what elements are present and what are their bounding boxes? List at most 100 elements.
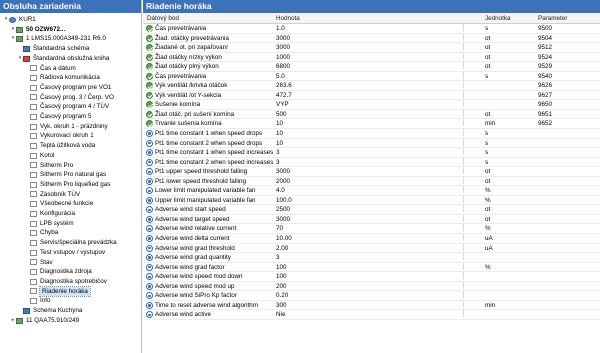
value-field[interactable] [274,52,464,60]
tree-node[interactable]: Servis/špeciálna prevádzka [24,238,117,248]
tree-node[interactable]: Všeobecné funkcie [24,199,93,209]
table-row[interactable]: Adverse wind grad threshold 2.00 uA [143,243,600,254]
value-field[interactable] [274,176,464,184]
datapoint-value[interactable]: 3 [276,148,280,157]
tree-node[interactable]: Teplá úžitková voda [24,141,95,151]
table-row[interactable]: Pt1 lower speed threshold falling 2000 ot [143,176,600,187]
tree-node[interactable]: Diagnostika zdroja [24,267,92,277]
value-field[interactable] [274,43,464,51]
datapoint-value[interactable]: 100 [276,263,287,272]
value-field[interactable] [274,291,464,299]
value-field[interactable] [274,90,464,98]
table-row[interactable]: Žiad otáčky plný výkon 6800 ot 9529 [143,62,600,72]
datapoint-value[interactable]: 1000 [276,53,290,62]
tree-node[interactable]: ▾ 1 LMS15.000A349-231 R6.0 [10,34,106,44]
tree-node[interactable]: Sitherm Pro natural gas [24,170,106,180]
table-row[interactable]: Adverse wind speed mod up 200 [143,281,600,292]
datapoint-value[interactable]: 472.7 [276,91,292,100]
value-field[interactable] [274,262,464,270]
datapoint-value[interactable]: 100.0 [276,196,292,205]
column-header-param[interactable]: Parameter [538,13,567,24]
tree-node[interactable]: Kotol [24,151,54,161]
value-field[interactable] [274,119,464,127]
table-row[interactable]: Sušenie komína VYP 9650 [143,100,600,110]
table-row[interactable]: Pt1 upper speed threshold falling 3000 ot [143,167,600,177]
tree-node[interactable]: Vykurovací okruh 1 [24,131,94,141]
tree-node[interactable]: Chyba [24,228,58,238]
value-field[interactable] [274,100,464,108]
value-field[interactable] [274,272,464,280]
tree-node[interactable]: Info [24,296,51,306]
value-field[interactable] [274,62,464,70]
datapoint-value[interactable]: 6800 [276,62,290,71]
value-field[interactable] [274,167,464,175]
tree-node[interactable]: Sitherm Pro liquefied gas [24,180,110,190]
table-row[interactable]: Čas prevetrávania 1.0 s 9500 [143,24,600,34]
table-row[interactable]: Pt1 time constant 1 when speed drops 10 s [143,129,600,139]
table-row[interactable]: Pt1 time constant 1 when speed increases… [143,148,600,158]
datapoint-value[interactable]: 10.00 [276,234,292,243]
table-row[interactable]: Žiad. otáčky prevetrávania 3000 ot 9504 [143,33,600,44]
datapoint-value[interactable]: 100 [276,272,287,281]
table-row[interactable]: Time to reset adverse wind algorithm 300 m… [143,300,600,311]
table-row[interactable]: Výk ventilát /ot Y-sekcia 472.7 9627 [143,90,600,101]
value-field[interactable] [274,253,464,261]
datapoint-value[interactable]: Nie [276,310,285,319]
tree-node[interactable]: LPB systém [24,219,74,229]
value-field[interactable] [274,186,464,194]
datapoint-value[interactable]: 2.00 [276,244,288,253]
table-row[interactable]: Adverse wind relative current 70% [143,224,600,235]
value-field[interactable] [274,205,464,213]
tree-node[interactable]: Časový program 4 / TÚV [24,102,109,112]
datapoint-value[interactable]: 3 [276,158,280,167]
column-header-unit[interactable]: Jednotka [485,13,511,24]
value-field[interactable] [274,81,464,89]
tree-node[interactable]: Vyk. okruh 1 - prázdniny [24,122,108,132]
value-field[interactable] [274,281,464,289]
datapoint-value[interactable]: 300 [276,301,287,310]
datapoint-value[interactable]: 70 [276,224,283,233]
tree-node[interactable]: Schema Kuchyna [17,306,82,316]
value-field[interactable] [274,310,464,318]
value-field[interactable] [274,195,464,203]
tree-node[interactable]: Sitherm Pro [24,161,73,171]
value-field[interactable] [274,129,464,137]
datapoint-value[interactable]: 3000 [276,215,290,224]
datapoint-value[interactable]: 5.0 [276,72,285,81]
table-row[interactable]: Pt1 time constant 2 when speed increases… [143,157,600,168]
datapoint-value[interactable]: 10 [276,119,283,128]
column-header-name[interactable]: Dátový bod [147,13,179,24]
table-row[interactable]: Adverse wind target speed 3000 ot [143,214,600,225]
datapoint-value[interactable]: 2000 [276,177,290,186]
datapoint-value[interactable]: 2500 [276,205,290,214]
tree-node[interactable]: Časový prog. 3 / Čerp. VO [24,93,114,103]
tree-node[interactable]: Konfigurácia [24,209,75,219]
table-row[interactable]: Žiadané ot. pri zapaľovaní 3000 ot 9512 [143,43,600,53]
value-field[interactable] [274,71,464,79]
value-field[interactable] [274,157,464,165]
table-row[interactable]: Žiad otáčky nízky výkon 1000 ot 9524 [143,52,600,63]
tree-node[interactable]: Test vstupov / výstupov [24,248,105,258]
tree-node[interactable]: Diagnostika spotrebičov [24,277,107,287]
value-field[interactable] [274,138,464,146]
tree-node[interactable]: ▸ 11 QAA75.910/249 [10,316,79,326]
datapoint-value[interactable]: 0.20 [276,291,288,300]
tree-node[interactable]: Zásobník TÚV [24,190,80,200]
table-row[interactable]: Pt1 time constant 2 when speed drops 10 s [143,138,600,149]
tree-node[interactable]: Stav [24,258,53,268]
table-row[interactable]: Čas prevetrávania 5.0 s 9540 [143,71,600,82]
datapoint-value[interactable]: 4.0 [276,186,285,195]
table-row[interactable]: Upper limit manipulated variable fan 100.… [143,195,600,206]
value-field[interactable] [274,24,464,31]
value-field[interactable] [274,243,464,251]
value-field[interactable] [274,300,464,308]
tree-node[interactable]: ▾ Štandardná obslužná kniha [17,54,110,64]
table-row[interactable]: Adverse wind grad quantity 3 [143,253,600,263]
tree-node[interactable]: ▾ KUR1 [3,15,36,25]
table-row[interactable]: Lower limit manipulated variable fan 4.0% [143,186,600,196]
datapoint-value[interactable]: 263.6 [276,81,292,90]
value-field[interactable] [274,148,464,156]
table-row[interactable]: Výk ventilát /krivka otáčok 263.6 9626 [143,81,600,91]
table-row[interactable]: Adverse wind active Nie [143,310,600,320]
table-row[interactable]: Adverse wind grad factor 100% [143,262,600,273]
